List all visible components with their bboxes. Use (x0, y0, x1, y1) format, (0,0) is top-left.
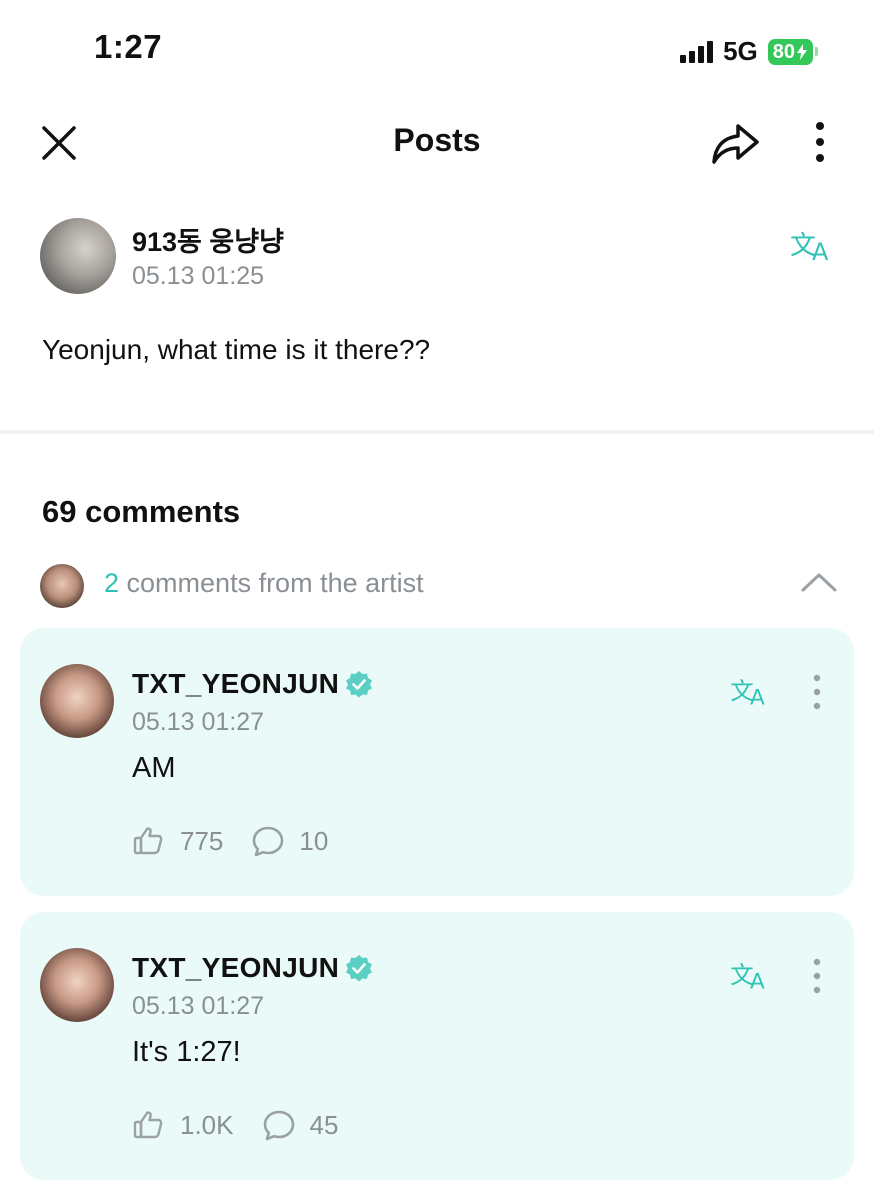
like-button[interactable]: 1.0K (132, 1108, 234, 1142)
like-count: 1.0K (180, 1109, 234, 1140)
status-time: 1:27 (94, 28, 163, 65)
reply-icon (263, 1110, 294, 1141)
avatar[interactable] (40, 948, 114, 1022)
top-bar: Posts (0, 100, 874, 184)
svg-text:A: A (750, 969, 765, 992)
like-icon (133, 827, 163, 855)
signal-icon (680, 40, 714, 63)
comment-author[interactable]: TXT_YEONJUN (132, 952, 373, 984)
share-icon[interactable] (708, 118, 762, 168)
comment-body: It's 1:27! (132, 1036, 241, 1068)
avatar[interactable] (40, 664, 114, 738)
svg-text:A: A (812, 238, 829, 264)
comments-count: 69 comments (42, 494, 241, 529)
artist-comment-count: 2 (104, 568, 120, 598)
like-icon (133, 1111, 163, 1139)
comment-actions: 1.0K 45 (132, 1108, 366, 1142)
comment-author-name: TXT_YEONJUN (132, 952, 340, 983)
more-vertical-icon[interactable] (806, 672, 828, 712)
more-vertical-icon[interactable] (806, 120, 834, 164)
comment-author[interactable]: TXT_YEONJUN (132, 668, 373, 700)
status-bar: 1:27 5G 80 (0, 0, 874, 100)
status-indicators: 5G 80 (680, 36, 818, 67)
post-timestamp: 05.13 01:25 (132, 262, 265, 290)
comment-author-name: TXT_YEONJUN (132, 668, 340, 699)
artist-comments-toggle[interactable]: 2 comments from the artist (0, 562, 874, 608)
avatar[interactable] (40, 218, 116, 294)
comment-body: AM (132, 752, 176, 784)
artist-comment-text: comments from the artist (119, 568, 424, 598)
reply-button[interactable]: 45 (262, 1108, 339, 1142)
artist-comments-label: 2 comments from the artist (104, 568, 424, 599)
post-body: Yeonjun, what time is it there?? (42, 334, 431, 365)
comment-timestamp: 05.13 01:27 (132, 708, 265, 736)
more-vertical-icon[interactable] (806, 956, 828, 996)
verified-badge-icon (346, 955, 373, 982)
verified-badge-icon (346, 671, 373, 698)
battery-icon: 80 (767, 38, 818, 65)
comment-timestamp: 05.13 01:27 (132, 992, 265, 1020)
like-button[interactable]: 775 (132, 824, 223, 858)
comment-actions: 775 10 (132, 824, 356, 858)
translate-icon[interactable]: 文 A (728, 672, 772, 708)
artist-comment-card: TXT_YEONJUN 05.13 01:27 文 A AM 775 10 (20, 628, 854, 896)
translate-icon[interactable]: 文 A (728, 956, 772, 992)
like-count: 775 (180, 825, 224, 856)
reply-icon (253, 826, 284, 857)
reply-count: 45 (309, 1109, 339, 1140)
artist-avatar (40, 564, 84, 608)
charging-bolt-icon (797, 43, 807, 60)
post-author[interactable]: 913동 웅냥냥 (132, 220, 284, 259)
divider (0, 430, 874, 434)
battery-level: 80 (772, 40, 795, 63)
reply-count: 10 (299, 825, 329, 856)
reply-button[interactable]: 10 (251, 824, 328, 858)
artist-comment-card: TXT_YEONJUN 05.13 01:27 文 A It's 1:27! 1… (20, 912, 854, 1180)
network-label: 5G (723, 36, 758, 66)
translate-icon[interactable]: 文 A (788, 224, 836, 264)
chevron-up-icon[interactable] (800, 570, 838, 594)
svg-text:A: A (750, 685, 765, 708)
